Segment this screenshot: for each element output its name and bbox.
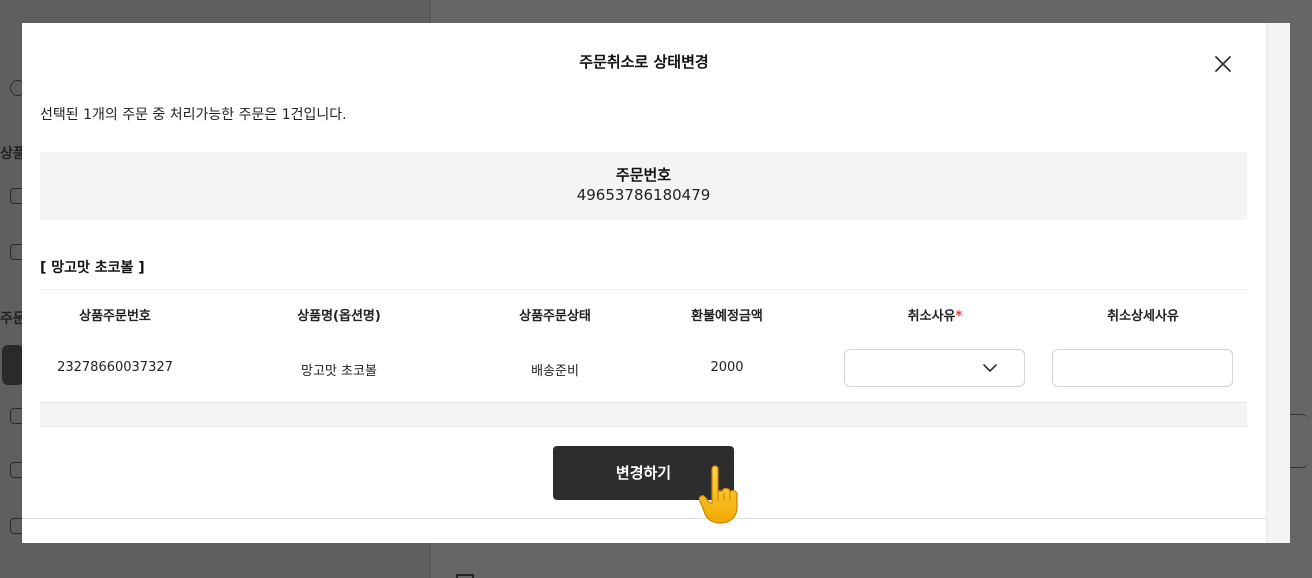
required-mark: * [955, 309, 963, 324]
product-title: [ 망고맛 초코볼 ] [40, 260, 145, 276]
cell-refund-amount: 2000 [710, 360, 744, 375]
cancel-detail-input[interactable] [1052, 349, 1233, 387]
cell-item-order-no: 23278660037327 [57, 360, 173, 375]
order-items-table: 상품주문번호 상품명(옵션명) 상품주문상태 환불예정금액 취소사유* 취소상세… [40, 289, 1247, 427]
column-header-cancel-reason: 취소사유* [860, 305, 1010, 324]
chevron-down-icon [983, 364, 997, 372]
cell-product-name: 망고맛 초코볼 [301, 364, 377, 379]
background-sidebar-active-icon [2, 345, 24, 385]
close-icon [1215, 56, 1231, 72]
pointing-hand-icon [698, 465, 738, 524]
status-change-modal: 주문취소로 상태변경 선택된 1개의 주문 중 처리가능한 주문은 1건입니다.… [22, 23, 1290, 543]
modal-content: 주문취소로 상태변경 선택된 1개의 주문 중 처리가능한 주문은 1건입니다.… [22, 23, 1266, 524]
order-number-label: 주문번호 [615, 166, 672, 184]
order-number-box: 주문번호 49653786180479 [40, 152, 1247, 220]
column-header-refund-amount: 환불예정금액 [691, 309, 763, 324]
cancel-reason-label: 취소사유 [907, 309, 956, 324]
selection-notice: 선택된 1개의 주문 중 처리가능한 주문은 1건입니다. [40, 107, 347, 123]
column-header-item-status: 상품주문상태 [519, 309, 591, 324]
column-header-item-order-no: 상품주문번호 [79, 309, 151, 324]
modal-title: 주문취소로 상태변경 [579, 53, 709, 71]
order-number-value: 49653786180479 [576, 186, 711, 204]
modal-scroll-area [1266, 23, 1290, 543]
cancel-reason-select[interactable] [844, 349, 1025, 387]
table-header: 상품주문번호 상품명(옵션명) 상품주문상태 환불예정금액 취소사유* 취소상세… [40, 289, 1247, 335]
cell-item-status: 배송준비 [531, 364, 579, 379]
close-button[interactable] [1212, 53, 1234, 75]
background-checkbox [456, 574, 474, 578]
table-row: 23278660037327 망고맛 초코볼 배송준비 2000 [40, 335, 1247, 403]
column-header-cancel-detail: 취소상세사유 [1107, 309, 1179, 324]
table-footer-band [40, 403, 1247, 427]
column-header-product-name: 상품명(옵션명) [297, 309, 381, 324]
